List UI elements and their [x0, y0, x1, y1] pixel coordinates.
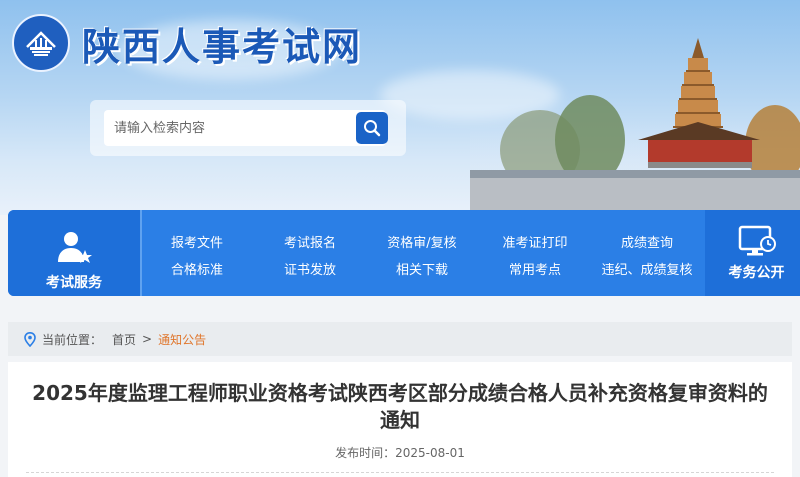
search-input[interactable]: [104, 110, 386, 146]
title-divider: [26, 472, 774, 473]
nav-link-exam-sites[interactable]: 常用考点: [509, 259, 561, 278]
location-pin-icon: [24, 331, 36, 347]
search-box: [90, 100, 406, 156]
breadcrumb: 当前位置： 首页 > 通知公告: [8, 322, 792, 356]
nav-link-qualification-review[interactable]: 资格审/复核: [387, 232, 456, 251]
article-title: 2025年度监理工程师职业资格考试陕西考区部分成绩合格人员补充资格复审资料的通知: [32, 381, 768, 432]
breadcrumb-home-link[interactable]: 首页: [112, 331, 136, 348]
nav-link-exam-documents[interactable]: 报考文件: [171, 232, 223, 251]
monitor-clock-icon: [738, 225, 776, 256]
breadcrumb-current-link[interactable]: 通知公告: [158, 331, 206, 348]
pagoda-illustration: [470, 38, 800, 215]
nav-link-admission-ticket[interactable]: 准考证打印: [502, 232, 567, 251]
nav-link-score-query[interactable]: 成绩查询: [621, 232, 673, 251]
search-button[interactable]: [356, 112, 388, 144]
user-star-icon: [58, 232, 92, 263]
exam-disclosure-label: 考务公开: [728, 265, 785, 281]
article-panel: 2025年度监理工程师职业资格考试陕西考区部分成绩合格人员补充资格复审资料的通知…: [8, 362, 792, 477]
nav-link-downloads[interactable]: 相关下载: [396, 259, 448, 278]
publish-info: 发布时间：2025-08-01: [8, 444, 792, 461]
nav-link-certificate-issuance[interactable]: 证书发放: [284, 259, 336, 278]
nav-link-passing-standard[interactable]: 合格标准: [171, 259, 223, 278]
exam-service-label: 考试服务: [46, 275, 102, 291]
header-banner: 陕西人事考试网: [0, 0, 800, 215]
breadcrumb-separator: >: [142, 332, 153, 346]
publish-date: 2025-08-01: [395, 446, 465, 460]
nav-link-registration[interactable]: 考试报名: [284, 232, 336, 251]
nav-link-violation-review[interactable]: 违纪、成绩复核: [601, 259, 692, 278]
exam-disclosure-panel[interactable]: 考务公开: [705, 210, 800, 296]
search-icon: [364, 120, 381, 137]
publish-label: 发布时间：: [335, 446, 396, 460]
exam-service-panel[interactable]: 考试服务: [8, 210, 140, 296]
nav-divider: [140, 210, 142, 296]
main-nav: 考试服务 报考文件 考试报名 资格审/复核 准考证打印 成绩查询 合格标准 证书…: [8, 210, 800, 296]
site-title: 陕西人事考试网: [82, 23, 363, 69]
site-logo[interactable]: 陕西人事考试网: [12, 14, 362, 72]
breadcrumb-prefix: 当前位置：: [42, 332, 103, 347]
emblem-icon: [12, 14, 70, 72]
